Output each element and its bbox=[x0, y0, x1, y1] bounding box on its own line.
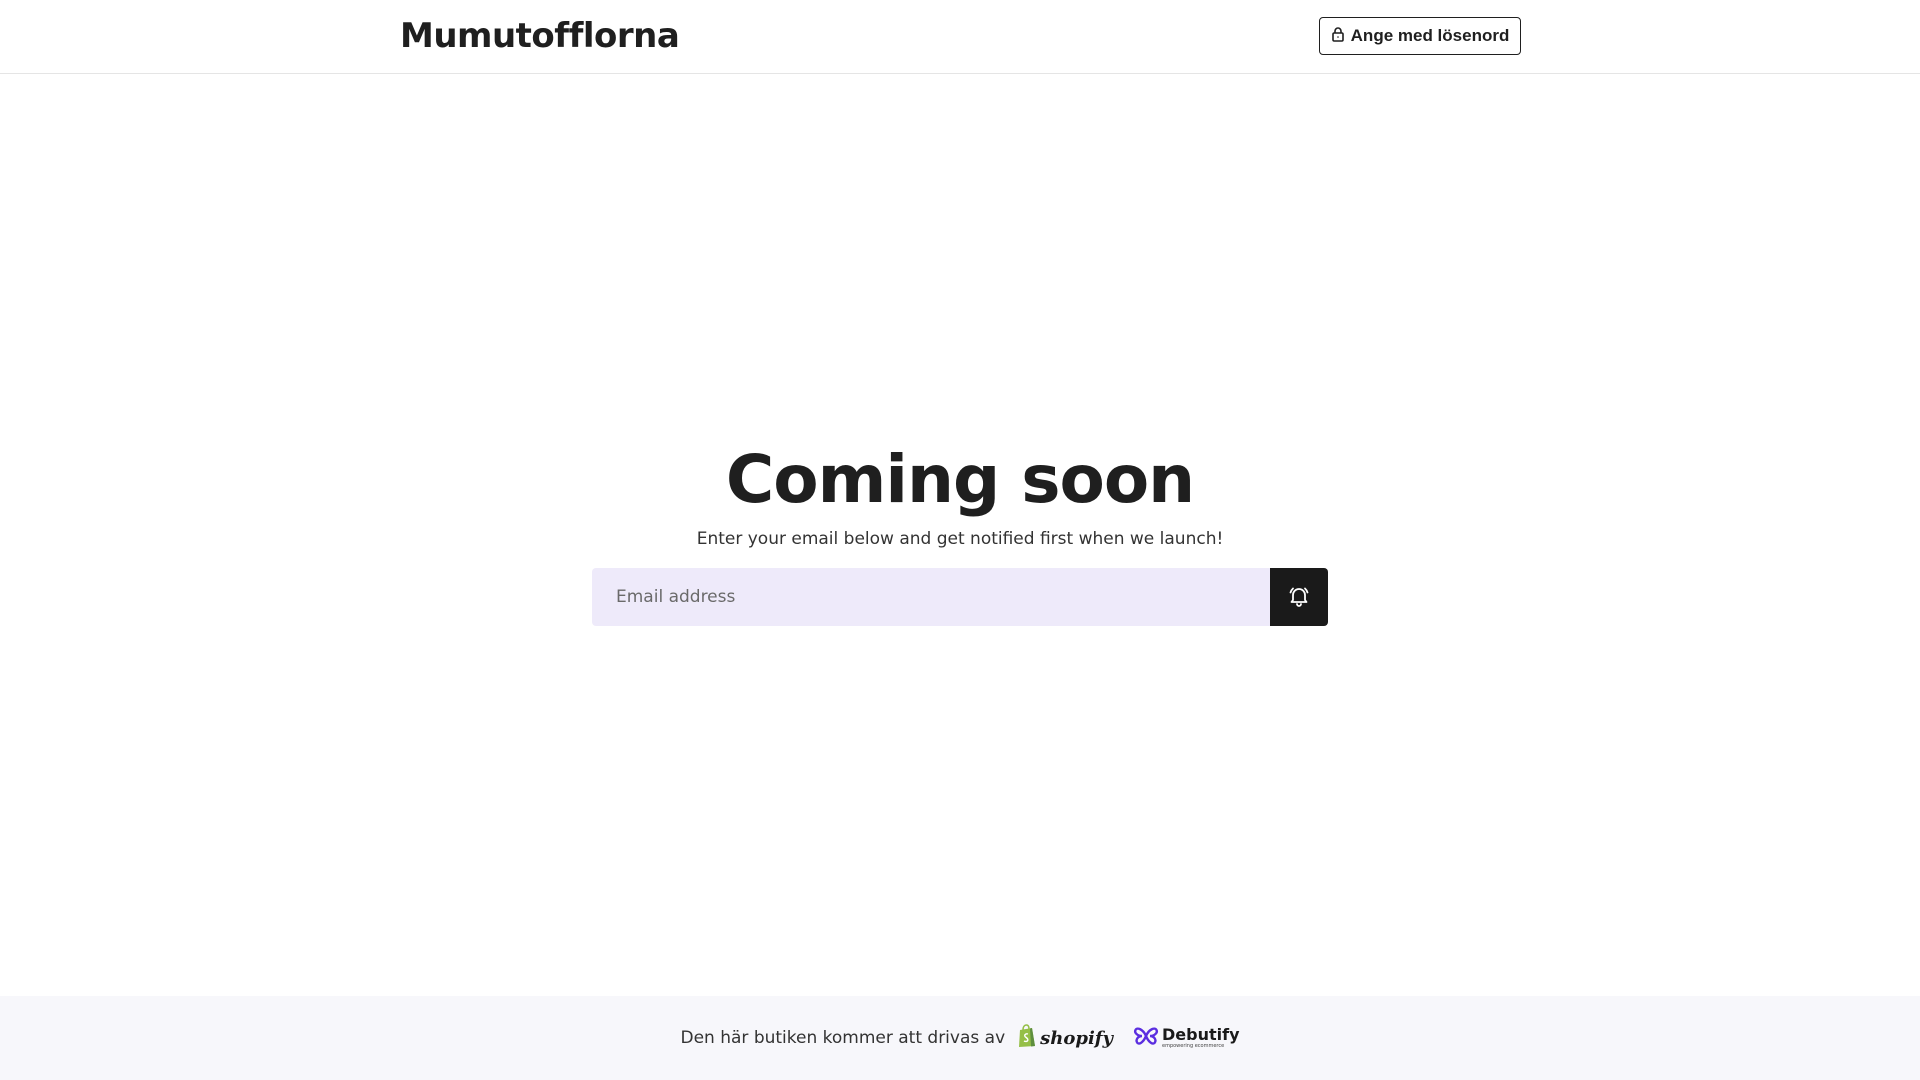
page-subtitle: Enter your email below and get notified … bbox=[696, 529, 1224, 549]
newsletter-form bbox=[592, 568, 1328, 626]
lock-icon bbox=[1331, 26, 1345, 47]
powered-by-text: Den här butiken kommer att drivas av bbox=[680, 1028, 1006, 1048]
bell-icon bbox=[1287, 584, 1311, 611]
notify-me-button[interactable] bbox=[1270, 568, 1328, 626]
debutify-wordmark: Debutify bbox=[1162, 1025, 1240, 1044]
shopify-bag-icon bbox=[1017, 1024, 1037, 1052]
email-input[interactable] bbox=[592, 568, 1270, 626]
shopify-logo[interactable]: shopify bbox=[1017, 1024, 1113, 1052]
debutify-butterfly-icon bbox=[1133, 1026, 1159, 1050]
debutify-logo[interactable]: Debutify empowering ecommerce bbox=[1133, 1026, 1240, 1050]
shopify-wordmark: shopify bbox=[1040, 1027, 1113, 1049]
debutify-tagline: empowering ecommerce bbox=[1162, 1043, 1225, 1049]
enter-with-password-button[interactable]: Ange med lösenord bbox=[1319, 17, 1521, 55]
site-footer: Den här butiken kommer att drivas av sho… bbox=[0, 996, 1920, 1080]
site-header: Mumutofflorna Ange med lösenord bbox=[0, 0, 1920, 74]
store-brand[interactable]: Mumutofflorna bbox=[400, 14, 680, 58]
password-button-label: Ange med lösenord bbox=[1350, 26, 1510, 45]
debutify-wordmark-group: Debutify empowering ecommerce bbox=[1162, 1025, 1240, 1050]
page-title: Coming soon bbox=[725, 441, 1195, 518]
